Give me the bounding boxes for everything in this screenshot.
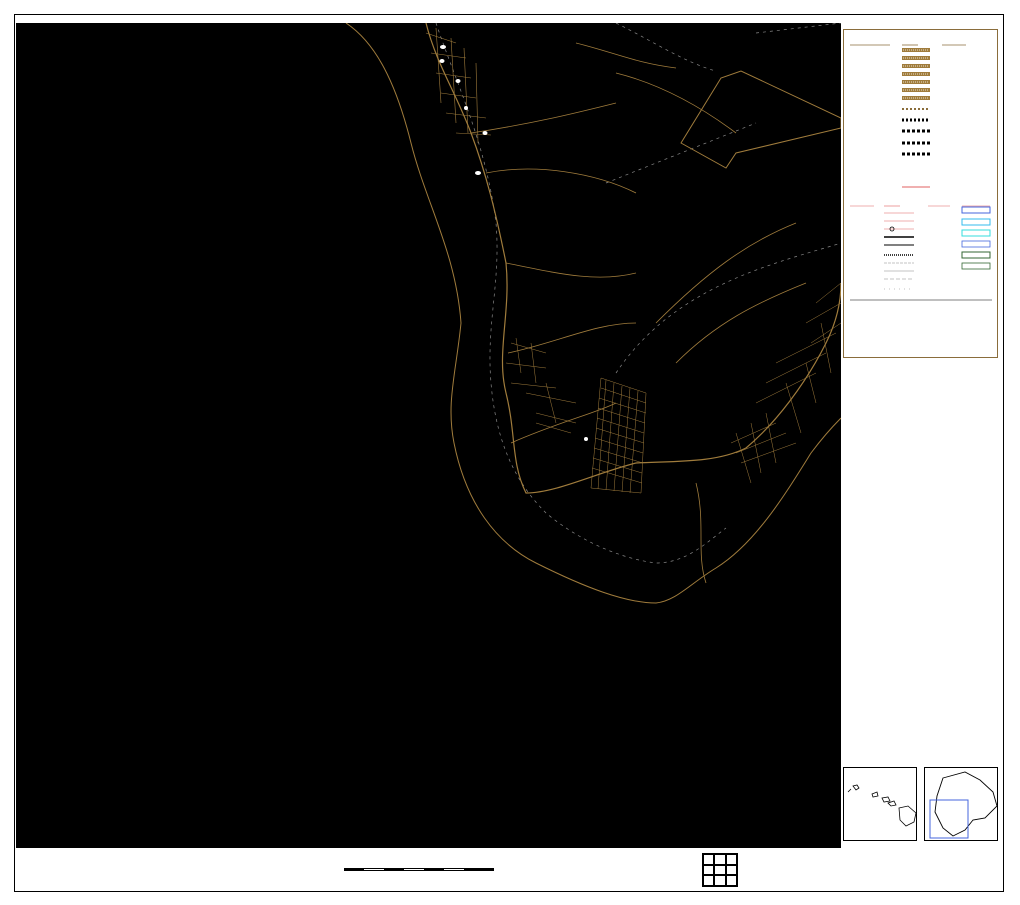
hawaii-county-graphic [929,771,998,839]
grid-subdivision [590,377,647,494]
highway [425,23,841,494]
scale-bar [344,860,494,871]
legend-graphic [850,44,992,301]
town-streets-east [730,282,841,484]
county-inset-map [924,767,998,841]
state-inset-map [843,767,917,841]
offshore-boundary [435,23,727,564]
hawaii-islands-graphic [847,784,917,827]
map-canvas[interactable] [16,23,841,848]
tract-boundary [680,70,841,169]
legend-panel [843,29,998,358]
map-panel[interactable] [16,23,841,848]
sheet-index-grid [702,853,738,887]
town-streets-north [425,27,492,144]
town-streets-west [505,337,577,434]
coastline [345,23,841,604]
point-features [439,45,588,441]
